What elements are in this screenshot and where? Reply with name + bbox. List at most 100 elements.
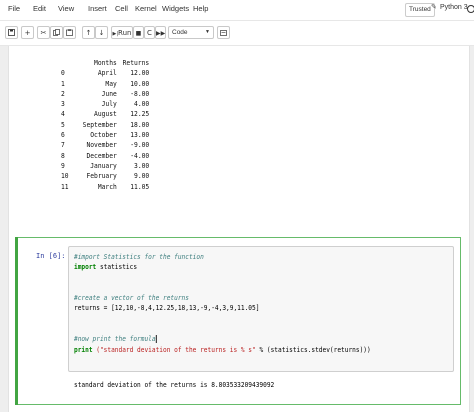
stop-icon: ■: [135, 30, 142, 37]
menubar: File Edit View Insert Cell Kernel Widget…: [0, 0, 474, 21]
restart-run-all-button[interactable]: ▶▶: [155, 26, 166, 39]
paste-button[interactable]: [63, 26, 76, 39]
code-line-returns: returns = [12,10,-8,4,12.25,18,13,-9,-4,…: [74, 304, 260, 313]
cell-return: 9.00: [134, 172, 150, 181]
save-button[interactable]: [5, 26, 18, 39]
move-up-button[interactable]: ↑: [82, 26, 95, 39]
table-row: 3 July 4.00: [61, 99, 149, 109]
table-row: 2 June -8.00: [61, 89, 149, 99]
cell-month: February: [86, 172, 117, 181]
menu-view[interactable]: View: [58, 4, 74, 13]
keyword-import: import: [74, 263, 97, 272]
code-comment: #import Statistics for the function: [74, 253, 204, 261]
code-editor[interactable]: #import Statistics for the function impo…: [68, 246, 454, 372]
column-header-months: Months: [94, 59, 117, 67]
row-index: 4: [61, 110, 65, 119]
table-row: 7 November -9.00: [61, 140, 149, 150]
row-index: 9: [61, 161, 65, 170]
stop-button[interactable]: ■: [133, 26, 144, 39]
row-index: 5: [61, 120, 65, 129]
menu-file[interactable]: File: [8, 4, 20, 13]
cell-month: April: [97, 69, 117, 78]
pencil-icon[interactable]: ✎: [431, 3, 437, 11]
code-line-print: print ("standard deviation of the return…: [74, 345, 371, 355]
copy-button[interactable]: [50, 26, 63, 39]
module-name: statistics: [96, 263, 138, 272]
text-cursor: [155, 335, 157, 344]
fast-forward-icon: ▶▶: [156, 30, 166, 37]
move-down-icon: ↓: [98, 29, 105, 37]
restart-icon: C: [147, 29, 152, 37]
command-palette-icon: [220, 30, 227, 36]
table-row: 5 September 18.00: [61, 120, 149, 130]
cell-type-select[interactable]: Code ▼: [168, 26, 214, 39]
notebook-page: Months Returns 0 April 12.00 1 May 10.00 2 Jun…: [8, 46, 470, 412]
cell-return: 4.00: [134, 100, 150, 109]
code-comment: #now print the formula: [74, 335, 156, 344]
menu-cell[interactable]: Cell: [115, 4, 128, 13]
menu-kernel[interactable]: Kernel: [135, 4, 157, 13]
code-comment: #create a vector of the returns: [74, 294, 189, 303]
print-args: % (statistics.stdev(returns))): [259, 345, 371, 354]
table-row: 0 April 12.00: [61, 68, 149, 78]
paste-icon: [66, 29, 73, 36]
cell-return: 12.25: [130, 110, 150, 119]
table-row: 1 May 10.00: [61, 79, 149, 89]
keyword-print: print: [74, 345, 93, 354]
cell-selection-bar: [15, 237, 18, 405]
code-line-import: import statistics: [74, 262, 371, 272]
table-row: 9 January 3.00: [61, 161, 149, 171]
cut-icon: ✂: [40, 29, 47, 37]
row-index: 6: [61, 131, 65, 140]
row-index: 11: [61, 182, 69, 191]
code-cell[interactable]: In [6]: #import Statistics for the funct…: [15, 237, 461, 405]
row-index: 10: [61, 172, 69, 181]
input-prompt: In [6]:: [36, 252, 66, 260]
row-index: 7: [61, 141, 65, 150]
cell-month: July: [101, 100, 117, 109]
cell-return: -4.00: [130, 151, 150, 160]
cell-return: -9.00: [130, 141, 150, 150]
table-row: 10 February 9.00: [61, 171, 149, 181]
cell-return: 18.00: [130, 120, 150, 129]
move-down-button[interactable]: ↓: [95, 26, 108, 39]
cell-month: January: [90, 161, 117, 170]
code-text: #import Statistics for the function impo…: [74, 252, 371, 355]
move-up-icon: ↑: [85, 29, 92, 37]
add-cell-icon: +: [24, 29, 31, 37]
run-label: Run: [118, 29, 132, 37]
row-index: 2: [61, 89, 65, 98]
command-palette-button[interactable]: [217, 26, 230, 39]
cell-return: 3.00: [134, 161, 150, 170]
code-line-comment3: #now print the formula: [74, 334, 371, 344]
menu-widgets[interactable]: Widgets: [162, 4, 189, 13]
add-cell-button[interactable]: +: [21, 26, 34, 39]
cell-return: 11.05: [130, 182, 150, 191]
cell-month: October: [90, 131, 117, 140]
row-index: 8: [61, 151, 65, 160]
cell-month: September: [82, 120, 117, 129]
cell-output: standard deviation of the returns is 8.8…: [74, 381, 275, 389]
row-index: 3: [61, 100, 65, 109]
dataframe-output: Months Returns 0 April 12.00 1 May 10.00 2 Jun…: [61, 58, 149, 192]
cut-button[interactable]: ✂: [37, 26, 50, 39]
row-index: 0: [61, 69, 65, 78]
toolbar: + ✂ ↑ ↓ ▶|Run ■ C ▶▶ Code ▼: [0, 21, 474, 46]
cell-return: 13.00: [130, 131, 150, 140]
menu-insert[interactable]: Insert: [88, 4, 107, 13]
menu-edit[interactable]: Edit: [33, 4, 46, 13]
run-button[interactable]: ▶|Run: [111, 26, 133, 39]
column-header-returns: Returns: [122, 59, 150, 67]
row-index: 1: [61, 79, 65, 88]
caret-down-icon: ▼: [205, 29, 210, 35]
restart-button[interactable]: C: [144, 26, 155, 39]
kernel-status-icon: [467, 5, 474, 13]
cell-month: March: [97, 182, 117, 191]
cell-return: 10.00: [130, 79, 150, 88]
menu-help[interactable]: Help: [193, 4, 208, 13]
table-row: 11 March 11.05: [61, 182, 149, 192]
